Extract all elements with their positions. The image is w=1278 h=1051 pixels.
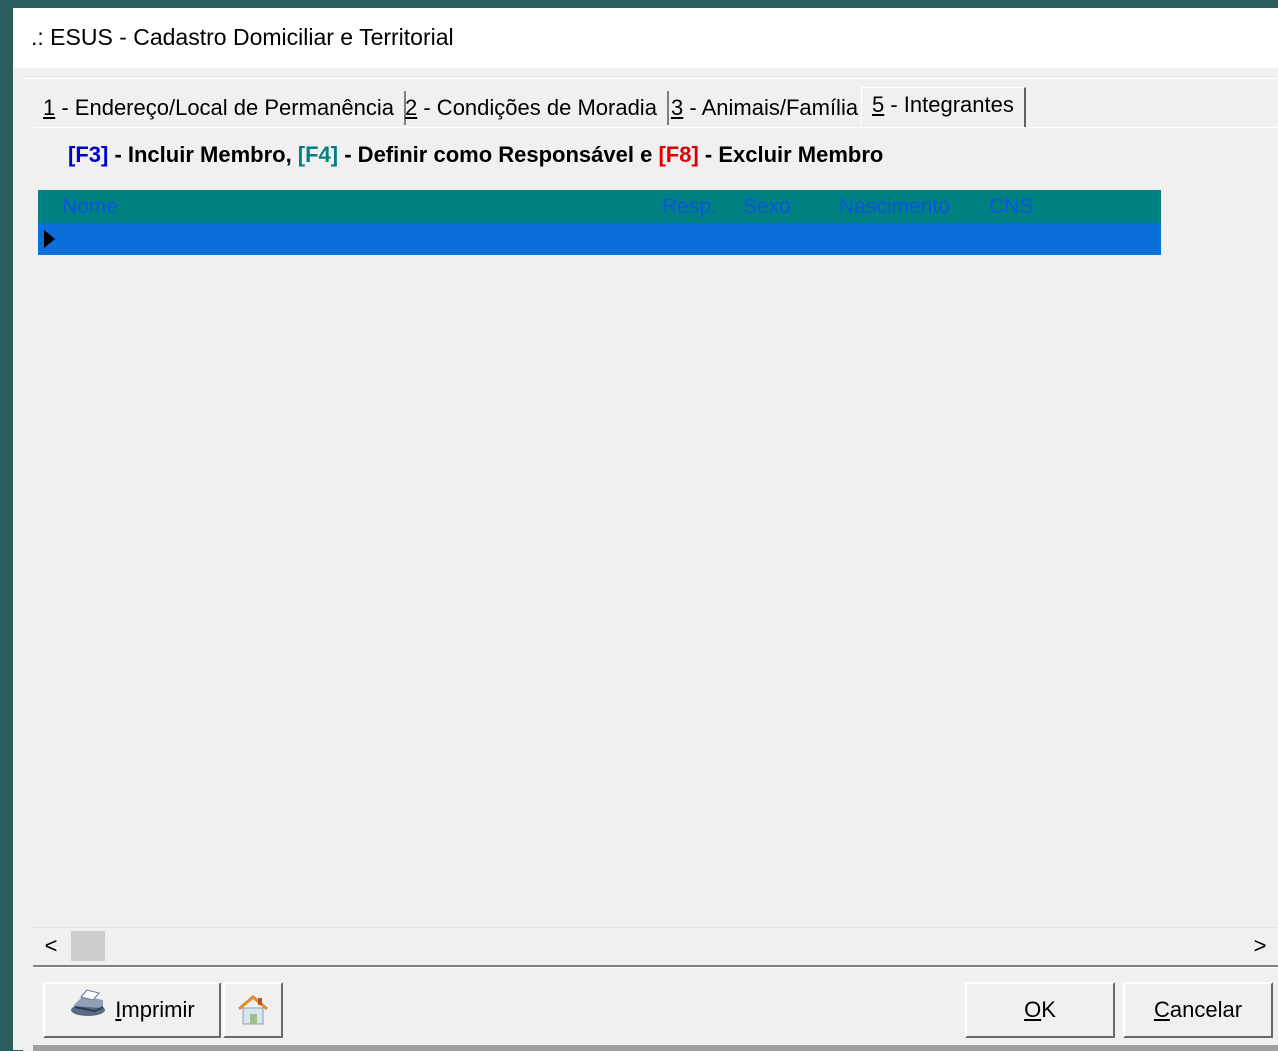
scroll-left-icon[interactable]: <	[37, 932, 65, 960]
column-resp[interactable]: Resp.	[662, 195, 717, 219]
home-button[interactable]	[223, 982, 283, 1038]
hint-text-2: - Definir como Responsável e	[338, 142, 659, 167]
tab-endereco-key: 1	[43, 95, 56, 120]
members-grid[interactable]: Nome Resp. Sexo Nascimento CNS	[38, 190, 1161, 255]
bottom-frame-edge	[33, 1045, 1278, 1051]
tab-integrantes-label: - Integrantes	[884, 92, 1014, 117]
hint-key-f3: [F3]	[68, 142, 109, 167]
tab-animais[interactable]: 3 - Animais/Família	[661, 91, 871, 125]
column-cns[interactable]: CNS	[989, 195, 1033, 219]
cancel-key: C	[1153, 997, 1170, 1022]
tab-integrantes-key: 5	[872, 92, 885, 117]
cancel-label: ancelar	[1169, 997, 1243, 1022]
tab-integrantes[interactable]: 5 - Integrantes	[861, 87, 1026, 127]
ok-label: K	[1041, 997, 1056, 1022]
divider	[33, 965, 1278, 968]
tab-condicoes[interactable]: 2 - Condições de Moradia	[395, 91, 669, 125]
scroll-thumb[interactable]	[71, 931, 105, 961]
column-nome[interactable]: Nome	[62, 195, 118, 219]
print-button[interactable]: Imprimir	[43, 982, 221, 1038]
tab-page-integrantes: [F3] - Incluir Membro, [F4] - Definir co…	[33, 127, 1278, 958]
window-title: .: ESUS - Cadastro Domiciliar e Territor…	[31, 24, 454, 50]
tab-condicoes-key: 2	[405, 95, 418, 120]
row-indicator-icon	[38, 223, 60, 255]
ok-key: O	[1024, 997, 1042, 1022]
column-sexo[interactable]: Sexo	[743, 195, 791, 219]
print-label: mprimir	[121, 997, 195, 1022]
dialog-client: 1 - Endereço/Local de Permanência 2 - Co…	[23, 78, 1278, 1051]
printer-icon	[69, 985, 107, 1037]
tab-condicoes-label: - Condições de Moradia	[417, 95, 657, 120]
hint-key-f8: [F8]	[658, 142, 699, 167]
hint-text-1: - Incluir Membro,	[108, 142, 298, 167]
horizontal-scrollbar[interactable]: < >	[33, 927, 1278, 963]
scroll-right-icon[interactable]: >	[1246, 932, 1274, 960]
dialog-window: .: ESUS - Cadastro Domiciliar e Territor…	[13, 8, 1278, 1051]
shortcut-hint: [F3] - Incluir Membro, [F4] - Definir co…	[68, 142, 883, 168]
home-icon	[236, 994, 270, 1032]
column-nascimento[interactable]: Nascimento	[839, 195, 950, 219]
tab-animais-label: - Animais/Família	[683, 95, 859, 120]
hint-text-3: - Excluir Membro	[698, 142, 884, 167]
tab-endereco-label: - Endereço/Local de Permanência	[55, 95, 395, 120]
tab-endereco[interactable]: 1 - Endereço/Local de Permanência	[33, 91, 407, 125]
tab-animais-key: 3	[671, 95, 684, 120]
cancel-button[interactable]: Cancelar	[1123, 982, 1273, 1038]
grid-header: Nome Resp. Sexo Nascimento CNS	[38, 190, 1161, 223]
title-bar: .: ESUS - Cadastro Domiciliar e Territor…	[13, 8, 1278, 68]
table-row[interactable]	[38, 223, 1161, 255]
hint-key-f4: [F4]	[297, 142, 339, 167]
ok-button[interactable]: OK	[965, 982, 1115, 1038]
